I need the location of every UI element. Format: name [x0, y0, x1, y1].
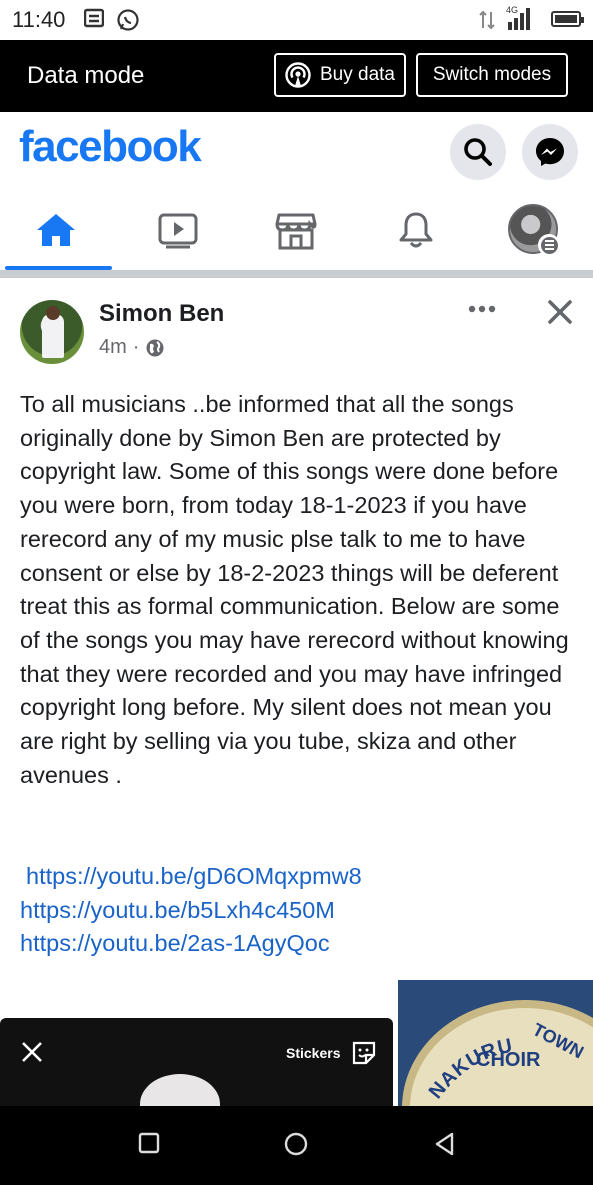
sticker-icon: [350, 1039, 378, 1072]
back-icon: [435, 1132, 454, 1156]
home-circle-icon: [284, 1132, 308, 1156]
media-close-icon: [20, 1040, 44, 1069]
globe-icon: [146, 339, 164, 356]
tab-watch[interactable]: [122, 190, 234, 270]
post-media-left[interactable]: Stickers: [0, 1018, 393, 1108]
more-horizontal-icon: [468, 305, 496, 313]
buy-data-label: Buy data: [320, 64, 395, 85]
tab-home[interactable]: [0, 190, 112, 270]
data-mode-title: Data mode: [27, 62, 145, 89]
app-header: facebook: [0, 112, 593, 190]
post-links: https://youtu.be/gD6OMqxpmw8 https://you…: [20, 860, 580, 961]
post-time[interactable]: 4m: [99, 336, 127, 359]
tab-divider: [0, 270, 593, 278]
messenger-button[interactable]: [522, 124, 578, 180]
messenger-icon: [536, 138, 564, 166]
recents-button[interactable]: [138, 1132, 160, 1159]
post-body: To all musicians ..be informed that all …: [20, 391, 569, 788]
recents-icon: [138, 1132, 160, 1154]
youtube-link-2[interactable]: https://youtu.be/b5Lxh4c450M: [20, 894, 580, 928]
signal-icon: 4G: [504, 4, 536, 37]
status-time: 11:40: [12, 7, 66, 32]
tab-marketplace[interactable]: [240, 190, 352, 270]
status-bar: 11:40 4G: [0, 0, 593, 40]
data-mode-bar: Data mode Buy data Switch modes: [0, 40, 593, 112]
stickers-label: Stickers: [286, 1045, 341, 1061]
tab-notifications[interactable]: [360, 190, 472, 270]
more-options-button[interactable]: [467, 302, 497, 320]
battery-icon: [551, 11, 584, 27]
store-icon: [275, 213, 317, 250]
whatsapp-icon: [116, 8, 140, 37]
youtube-link-3[interactable]: https://youtu.be/2as-1AgyQoc: [20, 927, 580, 961]
switch-modes-button[interactable]: Switch modes: [416, 53, 568, 97]
notification-icon: [83, 8, 105, 35]
author-avatar[interactable]: [20, 300, 84, 364]
home-system-button[interactable]: [284, 1132, 308, 1161]
search-icon: [464, 138, 492, 166]
choir-image: NAKURU TOWN CHOIR: [425, 1019, 587, 1103]
close-icon: [548, 300, 572, 324]
home-icon: [37, 214, 75, 246]
tab-bar: [0, 190, 593, 270]
buy-data-button[interactable]: Buy data: [274, 53, 406, 97]
back-button[interactable]: [434, 1132, 456, 1161]
hide-post-button[interactable]: [546, 298, 574, 331]
network-type-label: 4G: [506, 5, 518, 15]
tab-menu[interactable]: [478, 190, 590, 270]
profile-menu-icon: [508, 204, 560, 256]
bell-icon: [399, 212, 433, 248]
youtube-link-1[interactable]: https://youtu.be/gD6OMqxpmw8: [20, 860, 580, 894]
data-transfer-icon: [478, 8, 496, 37]
switch-modes-label: Switch modes: [432, 64, 552, 85]
choir-image-text-3: CHOIR: [476, 1049, 541, 1071]
broadcast-icon: [285, 62, 311, 88]
post-author[interactable]: Simon Ben: [99, 300, 224, 328]
post-media-right[interactable]: NAKURU TOWN CHOIR: [398, 980, 593, 1108]
search-button[interactable]: [450, 124, 506, 180]
facebook-logo[interactable]: facebook: [19, 122, 202, 172]
system-nav-bar: [0, 1106, 593, 1185]
video-icon: [158, 213, 198, 249]
meta-separator: ·: [132, 336, 140, 358]
post-meta: 4m ·: [99, 336, 165, 359]
